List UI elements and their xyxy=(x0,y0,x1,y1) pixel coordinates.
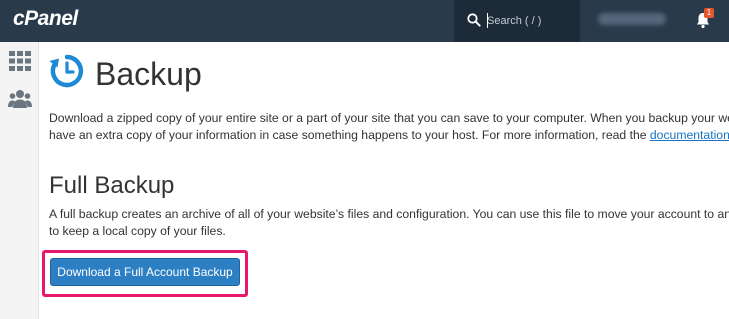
intro-line: Download a zipped copy of your entire si… xyxy=(49,111,729,125)
section-title: Full Backup xyxy=(49,172,175,199)
documentation-link[interactable]: documentation xyxy=(650,128,729,142)
page-title: Backup xyxy=(95,56,202,92)
notification-badge: 1 xyxy=(704,8,714,18)
search-box[interactable] xyxy=(454,0,580,42)
intro-line: have an extra copy of your information i… xyxy=(49,127,729,144)
page-description: Download a zipped copy of your entire si… xyxy=(49,110,729,144)
cpanel-logo[interactable]: cPanel xyxy=(13,7,78,31)
download-full-backup-button[interactable]: Download a Full Account Backup xyxy=(50,258,240,286)
section-description: A full backup creates an archive of all … xyxy=(49,206,729,240)
search-icon xyxy=(467,13,481,27)
user-menu[interactable] xyxy=(598,13,666,25)
description-line: to keep a local copy of your files. xyxy=(49,224,226,238)
intro-text: have an extra copy of your information i… xyxy=(49,128,650,142)
text-cursor xyxy=(487,13,488,28)
top-navbar: cPanel 1 xyxy=(0,0,729,42)
users-icon[interactable] xyxy=(8,88,32,110)
backup-clock-icon xyxy=(49,54,84,88)
sidebar xyxy=(0,42,39,319)
description-line: A full backup creates an archive of all … xyxy=(49,207,729,221)
search-input[interactable] xyxy=(487,11,575,31)
grid-icon[interactable] xyxy=(8,50,32,72)
